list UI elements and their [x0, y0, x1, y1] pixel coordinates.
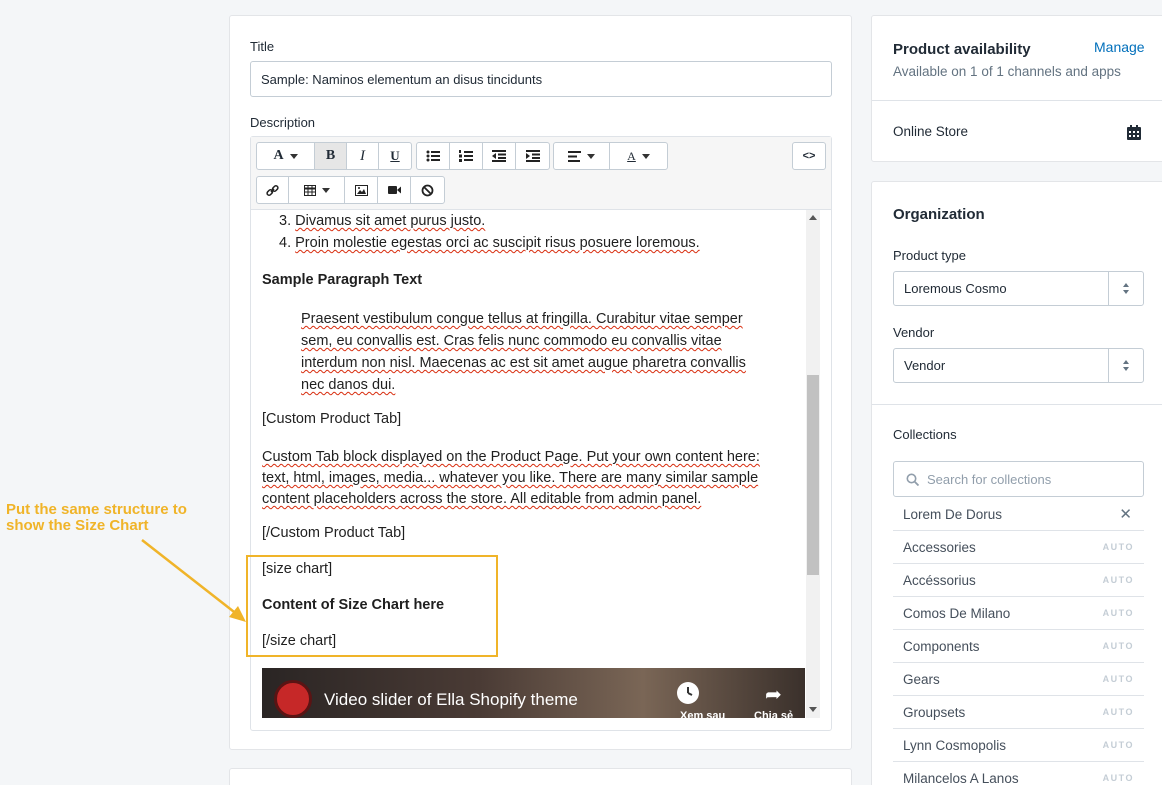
- annotation-highlight-box: [246, 555, 498, 657]
- annotation-arrow-icon: [141, 539, 246, 622]
